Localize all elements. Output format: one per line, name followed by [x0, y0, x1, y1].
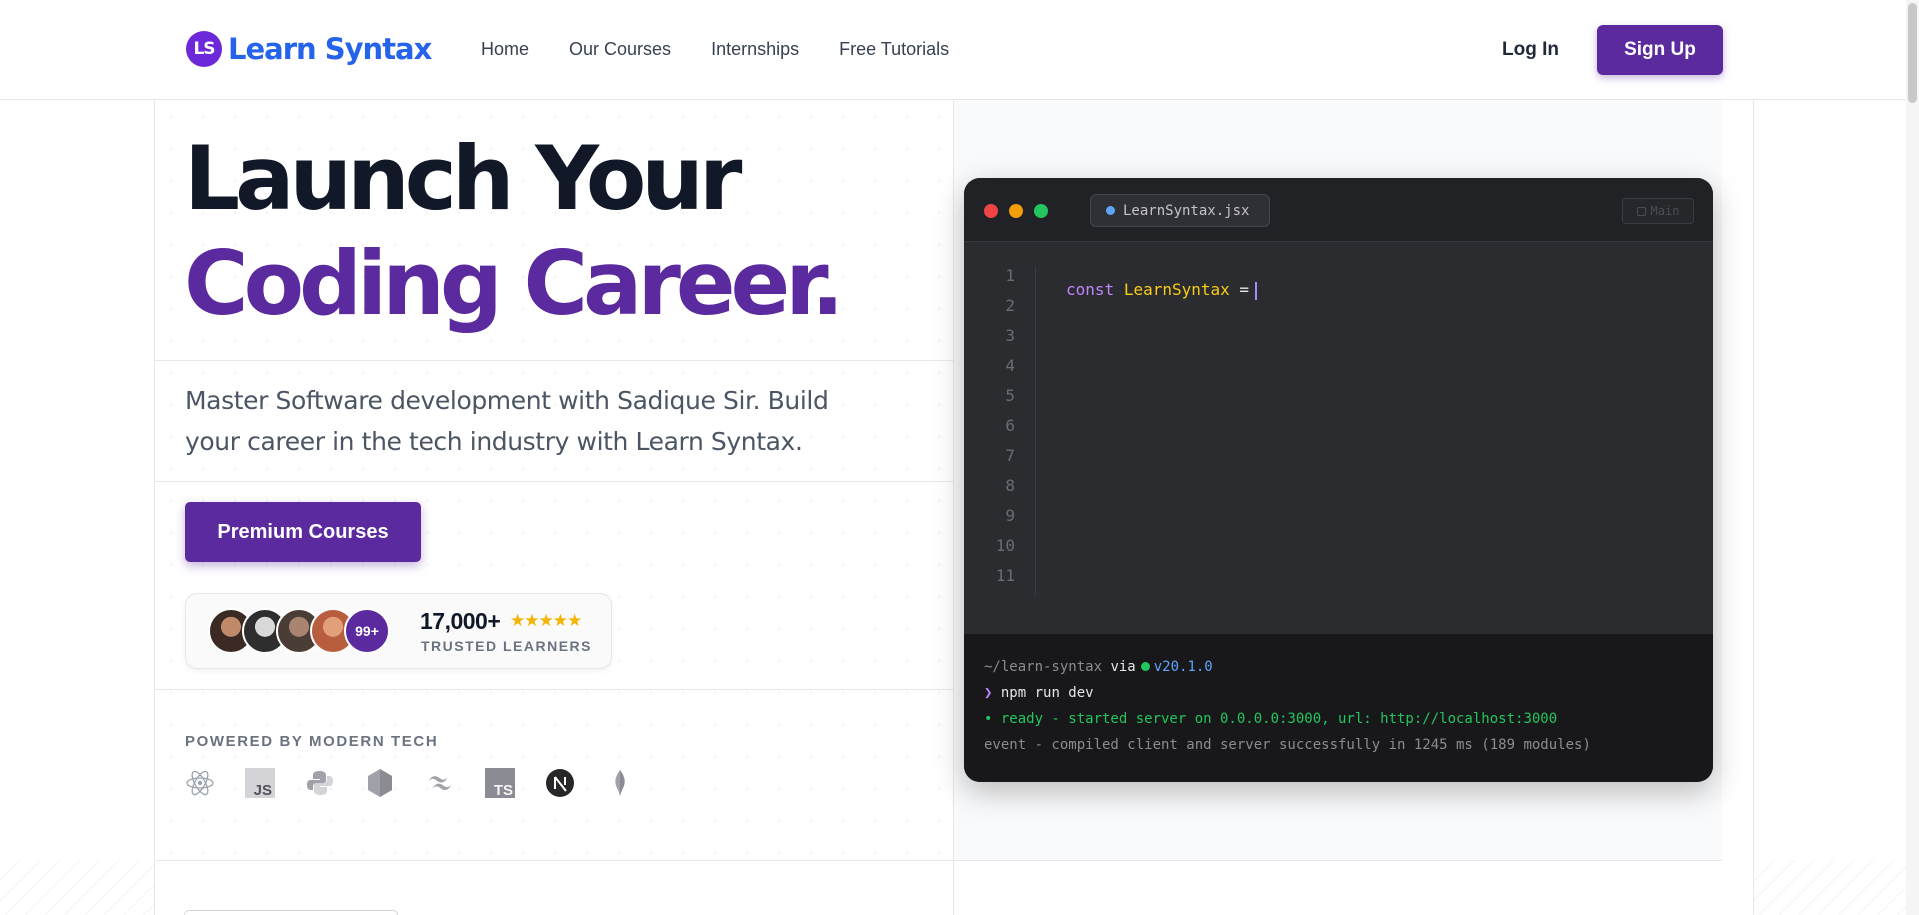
close-window-dot-icon[interactable]: [984, 204, 998, 218]
line-number: 7: [1005, 446, 1015, 465]
svg-text:JS: JS: [254, 782, 272, 798]
file-tab-name: LearnSyntax.jsx: [1123, 202, 1250, 219]
line-number: 8: [1005, 476, 1015, 495]
learner-count: 17,000+: [420, 608, 501, 634]
divider: [155, 481, 953, 482]
logo-mark-icon: LS: [186, 31, 222, 67]
nav-link-internships[interactable]: Internships: [711, 39, 799, 60]
file-status-dot-icon: [1106, 206, 1115, 215]
line-number: 10: [995, 536, 1015, 555]
branch-icon: [1636, 206, 1646, 216]
svg-text:TS: TS: [494, 782, 513, 798]
terminal-event-line: event - compiled client and server succe…: [984, 737, 1591, 753]
terminal-path: ~/learn-syntax: [984, 659, 1103, 675]
react-icon: [185, 768, 215, 798]
next-section-preview: [184, 910, 398, 915]
code-keyword: const: [1066, 280, 1115, 299]
divider: [155, 860, 1722, 861]
nav-links: Home Our Courses Internships Free Tutori…: [481, 39, 949, 60]
line-number: 5: [1005, 386, 1015, 405]
text-cursor: [1255, 281, 1258, 300]
line-number: 11: [995, 566, 1015, 585]
mongodb-icon: [605, 768, 635, 798]
terminal-line-path: ~/learn-syntax via v20.1.0: [984, 654, 1693, 680]
headline-line-1: Launch Your: [184, 127, 742, 230]
line-number: 6: [1005, 416, 1015, 435]
node-version: v20.1.0: [1153, 659, 1213, 675]
column-divider: [953, 100, 954, 915]
page-frame-right: [1753, 0, 1754, 915]
code-editor-window: LearnSyntax.jsx Main 1 2 3 4 5 6 7 8 9 1…: [964, 178, 1713, 782]
line-number: 9: [1005, 506, 1015, 525]
nav-link-our-courses[interactable]: Our Courses: [569, 39, 671, 60]
premium-courses-button[interactable]: Premium Courses: [185, 502, 421, 562]
terminal-via: via: [1102, 659, 1136, 675]
line-number: 4: [1005, 356, 1015, 375]
logo-text: Learn Syntax: [228, 32, 432, 66]
terminal-line-command: ❯ npm run dev: [984, 680, 1693, 706]
divider: [155, 689, 953, 690]
code-area[interactable]: const LearnSyntax =: [1066, 280, 1258, 300]
branch-label: Main: [1650, 204, 1680, 218]
more-learners-badge: 99+: [344, 608, 390, 654]
nodejs-icon: [365, 768, 395, 798]
minimize-window-dot-icon[interactable]: [1009, 204, 1023, 218]
node-status-dot-icon: [1140, 662, 1150, 671]
hero-subtitle: Master Software development with Sadique…: [185, 386, 829, 456]
terminal-command: npm run dev: [992, 685, 1094, 701]
code-operator: =: [1229, 280, 1250, 299]
python-icon: [305, 768, 335, 798]
javascript-icon: JS: [245, 768, 275, 798]
learner-avatars: 99+: [208, 608, 390, 654]
navbar: LS Learn Syntax Home Our Courses Interns…: [0, 0, 1919, 100]
scrollbar-thumb[interactable]: [1908, 3, 1917, 103]
hero-headline: Launch Your Coding Career.: [184, 126, 844, 336]
nav-link-home[interactable]: Home: [481, 39, 529, 60]
editor-titlebar: LearnSyntax.jsx Main: [964, 178, 1713, 242]
signup-button[interactable]: Sign Up: [1597, 25, 1723, 75]
file-tab[interactable]: LearnSyntax.jsx: [1090, 194, 1270, 227]
tailwind-icon: [425, 768, 455, 798]
terminal-ready-line: • ready - started server on 0.0.0.0:3000…: [984, 711, 1558, 727]
headline-line-2: Coding Career.: [184, 232, 844, 335]
hatch-decoration-left: [0, 860, 154, 915]
typescript-icon: TS: [485, 768, 515, 798]
divider: [155, 360, 953, 361]
maximize-window-dot-icon[interactable]: [1034, 204, 1048, 218]
trusted-learners-label: TRUSTED LEARNERS: [421, 638, 593, 654]
code-identifier: LearnSyntax: [1123, 280, 1230, 299]
line-number: 2: [1005, 296, 1015, 315]
page-scrollbar[interactable]: [1906, 0, 1919, 915]
powered-by-heading: POWERED BY MODERN TECH: [185, 733, 439, 750]
nav-link-free-tutorials[interactable]: Free Tutorials: [839, 39, 949, 60]
line-number: 3: [1005, 326, 1015, 345]
terminal-panel: ~/learn-syntax via v20.1.0 ❯ npm run dev …: [964, 634, 1713, 782]
line-number: 1: [1005, 266, 1015, 285]
login-link[interactable]: Log In: [1502, 39, 1559, 61]
nextjs-icon: [545, 768, 575, 798]
hatch-decoration-right: [1754, 860, 1919, 915]
logo[interactable]: LS Learn Syntax: [186, 31, 432, 67]
trusted-learners-card: 99+ 17,000+ ★★★★★ TRUSTED LEARNERS: [185, 593, 612, 669]
line-number-gutter: 1 2 3 4 5 6 7 8 9 10 11: [964, 266, 1035, 596]
gutter-divider: [1035, 266, 1036, 596]
rating-stars-icon: ★★★★★: [510, 611, 582, 630]
branch-badge[interactable]: Main: [1622, 198, 1694, 224]
tech-icons-row: JS TS: [185, 768, 635, 798]
